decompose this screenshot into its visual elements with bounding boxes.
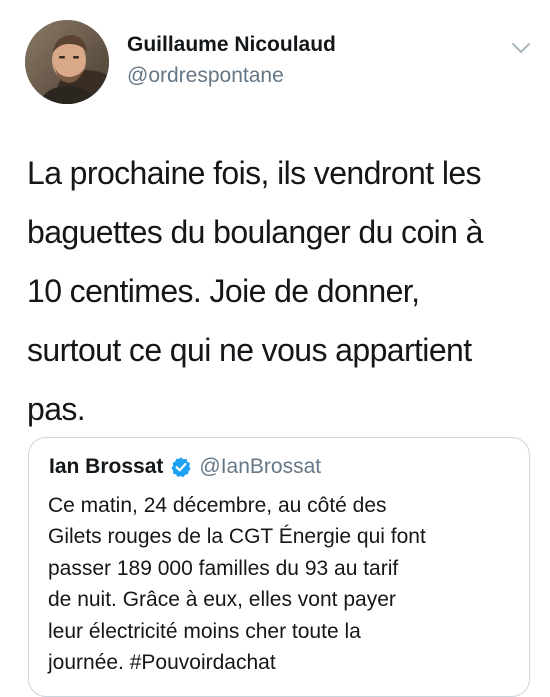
author-handle[interactable]: @ordrespontane (127, 64, 284, 88)
verified-badge-icon (170, 456, 192, 478)
chevron-down-icon[interactable] (510, 40, 532, 56)
avatar[interactable] (25, 20, 109, 104)
tweet-text: La prochaine fois, ils vendront les bagu… (27, 155, 483, 427)
quoted-author-handle: @IanBrossat (199, 455, 322, 478)
quoted-tweet-header: Ian Brossat @IanBrossat (49, 455, 321, 479)
quoted-author-display-name: Ian Brossat (49, 455, 164, 478)
author-display-name[interactable]: Guillaume Nicoulaud (127, 33, 336, 57)
quoted-tweet-text: Ce matin, 24 décembre, au côté des Gilet… (48, 494, 426, 675)
avatar-photo (25, 20, 109, 104)
quoted-tweet-card[interactable]: Ian Brossat @IanBrossat Ce matin, 24 déc… (28, 437, 530, 697)
tweet: Guillaume Nicoulaud @ordrespontane La pr… (0, 0, 550, 697)
